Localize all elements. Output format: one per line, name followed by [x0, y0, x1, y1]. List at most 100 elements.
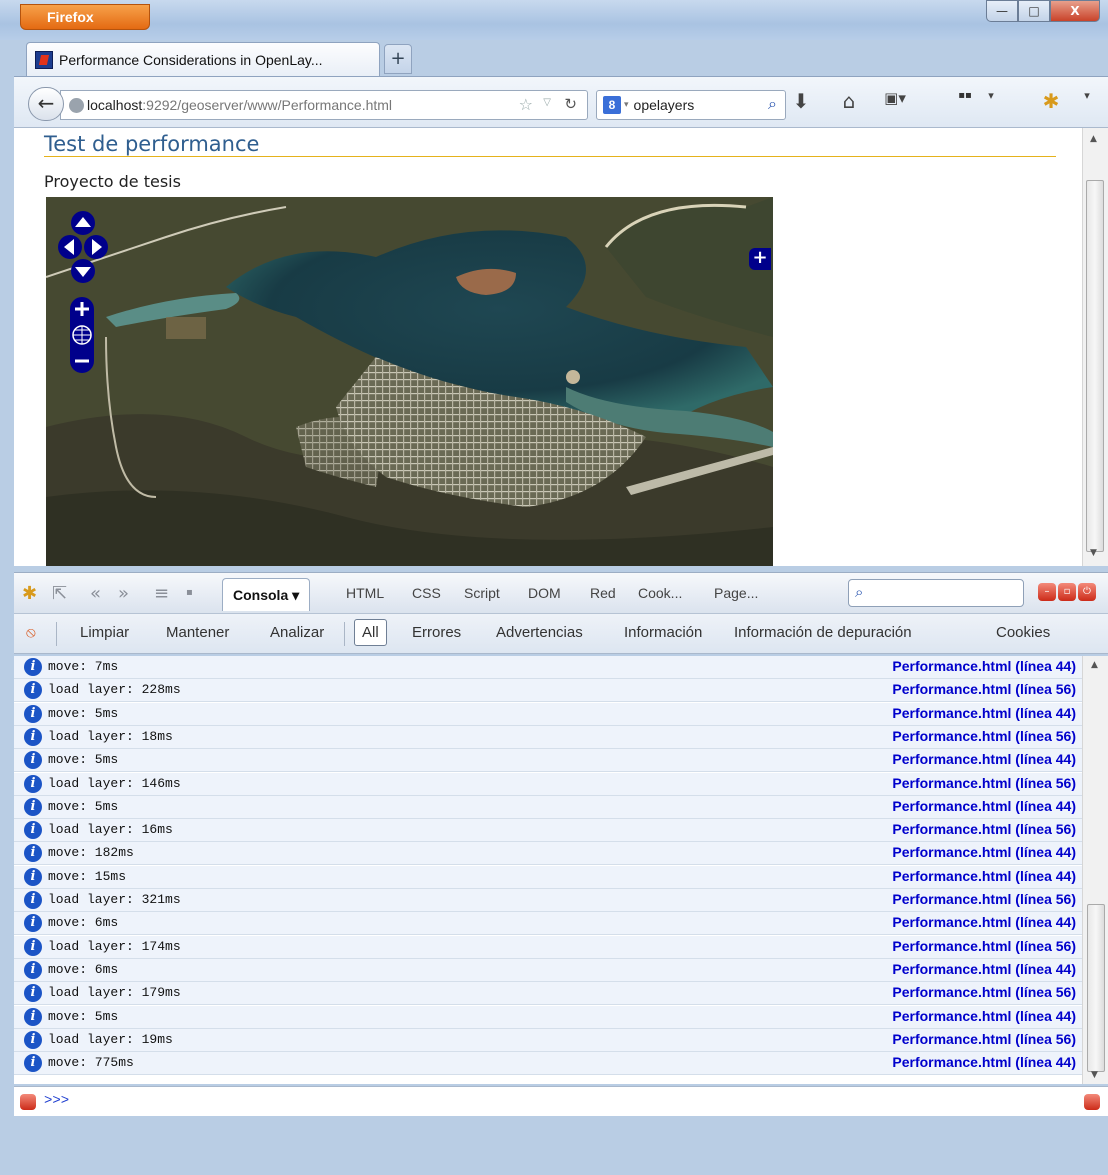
log-source-link[interactable]: Performance.html (línea 44) — [892, 844, 1076, 860]
url-host: localhost — [87, 97, 143, 113]
inspect-icon[interactable]: ⇱ — [52, 583, 67, 604]
firefox-menu-button[interactable]: Firefox — [20, 4, 150, 30]
log-source-link[interactable]: Performance.html (línea 44) — [892, 705, 1076, 721]
filter-debug[interactable]: Información de depuración — [734, 624, 912, 641]
console-scrollbar[interactable]: ▲ ▼ — [1082, 656, 1108, 1084]
expand-command-icon[interactable] — [1084, 1094, 1100, 1110]
log-source-link[interactable]: Performance.html (línea 44) — [892, 658, 1076, 674]
site-identity-icon[interactable] — [69, 98, 84, 113]
console-filter-bar: ⦸ Limpiar Mantener Analizar All Errores … — [14, 614, 1108, 654]
info-icon: i — [24, 1007, 42, 1026]
search-icon: ⌕ — [855, 583, 864, 601]
firebug-search-input[interactable]: ⌕ — [848, 579, 1024, 607]
scroll-up-icon[interactable]: ▲ — [1090, 134, 1097, 144]
history-dropdown-icon[interactable]: ▽ — [543, 97, 551, 108]
page-title: Test de performance — [44, 132, 260, 156]
search-magnifier-icon[interactable]: ⌕ — [768, 94, 777, 114]
minimize-button[interactable]: — — [986, 0, 1018, 22]
new-tab-button[interactable]: + — [384, 44, 412, 74]
info-icon: i — [24, 937, 42, 956]
log-row: i move: 15ms Performance.html (línea 44) — [14, 865, 1082, 889]
tab-css[interactable]: CSS — [412, 585, 441, 601]
page-content: Test de performance Proyecto de tesis + — [14, 128, 1082, 566]
firebug-favicon-icon — [35, 50, 53, 69]
scroll-thumb[interactable] — [1087, 904, 1105, 1072]
log-message: load layer: 321ms — [48, 892, 181, 907]
scroll-up-icon[interactable]: ▲ — [1091, 660, 1098, 670]
map-viewport[interactable]: + — [46, 197, 773, 566]
log-source-link[interactable]: Performance.html (línea 44) — [892, 751, 1076, 767]
downloads-icon[interactable]: ⬇ — [788, 89, 814, 117]
search-input[interactable]: opelayers — [634, 97, 695, 113]
log-source-link[interactable]: Performance.html (línea 56) — [892, 984, 1076, 1000]
panel-dropdown-icon[interactable]: ▪ — [186, 587, 193, 598]
firebug-close-icon[interactable]: ⏻ — [1078, 583, 1096, 601]
engine-dropdown-icon[interactable]: ▾ — [624, 100, 629, 110]
log-source-link[interactable]: Performance.html (línea 56) — [892, 681, 1076, 697]
url-path: :9292/geoserver/www/Performance.html — [142, 97, 393, 113]
addon-dropdown-icon[interactable]: ▾ — [978, 89, 1004, 117]
tab-html[interactable]: HTML — [346, 585, 384, 601]
log-source-link[interactable]: Performance.html (línea 56) — [892, 1031, 1076, 1047]
firebug-minimize-icon[interactable]: – — [1038, 583, 1056, 601]
filter-errors[interactable]: Errores — [412, 624, 461, 641]
log-source-link[interactable]: Performance.html (línea 44) — [892, 798, 1076, 814]
tab-page-speed[interactable]: Page... — [714, 585, 758, 601]
log-source-link[interactable]: Performance.html (línea 56) — [892, 728, 1076, 744]
log-source-link[interactable]: Performance.html (línea 44) — [892, 961, 1076, 977]
info-icon: i — [24, 867, 42, 886]
scroll-down-icon[interactable]: ▼ — [1091, 1070, 1098, 1080]
log-source-link[interactable]: Performance.html (línea 44) — [892, 868, 1076, 884]
scroll-thumb[interactable] — [1086, 180, 1104, 552]
page-scrollbar[interactable]: ▲ ▼ — [1082, 128, 1108, 566]
filter-all[interactable]: All — [354, 619, 387, 646]
forward-arrow-icon[interactable]: » — [118, 583, 129, 604]
firebug-menu-icon[interactable]: ✱ — [22, 583, 37, 604]
search-bar[interactable]: 8 ▾ opelayers ⌕ — [596, 90, 786, 120]
log-source-link[interactable]: Performance.html (línea 44) — [892, 1008, 1076, 1024]
firebug-bug-icon[interactable]: ✱ — [1038, 89, 1064, 117]
firebug-detach-icon[interactable]: ▫ — [1058, 583, 1076, 601]
reload-icon[interactable]: ↻ — [564, 95, 577, 113]
home-icon[interactable]: ⌂ — [836, 89, 862, 117]
log-message: load layer: 146ms — [48, 775, 181, 791]
profile-button[interactable]: Analizar — [270, 624, 324, 641]
url-bar[interactable]: localhost:9292/geoserver/www/Performance… — [60, 90, 588, 120]
console-log: i move: 7ms Performance.html (línea 44) i lo… — [14, 656, 1082, 1084]
maximize-button[interactable]: □ — [1018, 0, 1050, 22]
panel-list-icon[interactable]: ≡ — [154, 583, 169, 604]
tab-performance[interactable]: Performance Considerations in OpenLay... — [26, 42, 380, 76]
log-source-link[interactable]: Performance.html (línea 56) — [892, 775, 1076, 791]
addon-icon[interactable]: ▪▪ — [952, 89, 978, 117]
filter-info[interactable]: Información — [624, 624, 702, 641]
tab-cookies[interactable]: Cook... — [638, 585, 682, 601]
log-source-link[interactable]: Performance.html (línea 56) — [892, 821, 1076, 837]
google-engine-icon[interactable]: 8 — [603, 96, 621, 114]
info-icon: i — [24, 960, 42, 979]
tab-console[interactable]: Consola ▾ — [222, 578, 311, 611]
bookmarks-menu-icon[interactable]: ▣▾ — [882, 89, 908, 117]
tab-net[interactable]: Red — [590, 585, 616, 601]
persist-button[interactable]: Mantener — [166, 624, 229, 641]
clear-console-icon[interactable]: ⦸ — [26, 624, 36, 641]
log-source-link[interactable]: Performance.html (línea 56) — [892, 891, 1076, 907]
tab-dom[interactable]: DOM — [528, 585, 561, 601]
log-source-link[interactable]: Performance.html (línea 44) — [892, 914, 1076, 930]
bookmark-star-icon[interactable]: ☆ — [519, 95, 533, 114]
close-button[interactable]: X — [1050, 0, 1100, 22]
log-source-link[interactable]: Performance.html (línea 44) — [892, 1054, 1076, 1070]
log-message: move: 5ms — [48, 752, 119, 768]
back-button[interactable]: ← — [28, 87, 64, 121]
log-source-link[interactable]: Performance.html (línea 56) — [892, 938, 1076, 954]
command-editor-icon[interactable] — [20, 1094, 36, 1110]
filter-warnings[interactable]: Advertencias — [496, 624, 583, 641]
toolbar-overflow-icon[interactable]: ▾ — [1074, 89, 1100, 117]
tab-script[interactable]: Script — [464, 585, 500, 601]
scroll-down-icon[interactable]: ▼ — [1090, 548, 1097, 558]
info-icon: i — [24, 844, 42, 863]
back-arrow-icon[interactable]: « — [90, 583, 101, 604]
layer-switcher-toggle[interactable]: + — [749, 248, 771, 270]
filter-cookies[interactable]: Cookies — [996, 624, 1050, 641]
clear-button[interactable]: Limpiar — [80, 624, 129, 641]
command-line[interactable]: >>> — [14, 1086, 1108, 1116]
